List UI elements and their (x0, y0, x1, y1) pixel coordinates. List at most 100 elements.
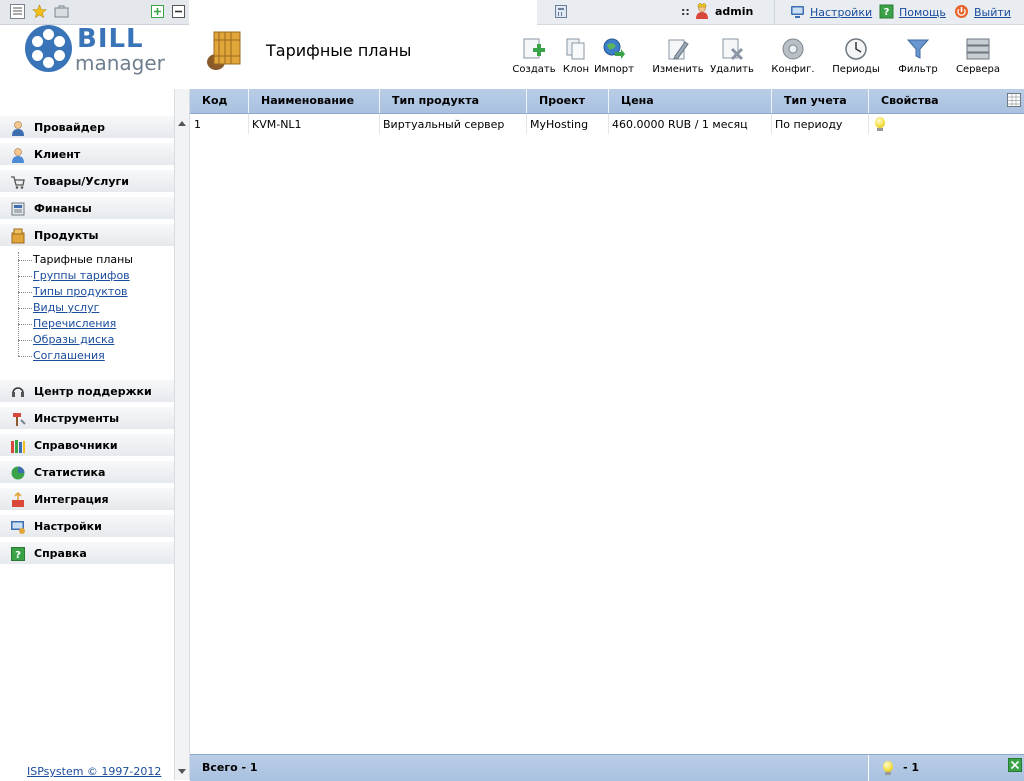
tariff-plans-icon (207, 31, 241, 70)
help-link[interactable]: Помощь (899, 6, 946, 19)
user-icon (696, 3, 708, 19)
edit-button[interactable]: Изменить (652, 36, 704, 75)
sidebar-item-tools[interactable]: Инструменты (0, 406, 174, 430)
settings-icon (11, 521, 25, 534)
edit-icon (668, 39, 689, 60)
sidebar-item-provider[interactable]: Провайдер (0, 115, 174, 139)
collapse-all-icon[interactable] (171, 4, 186, 19)
import-button[interactable]: Импорт (594, 36, 634, 75)
config-label: Конфиг. (771, 64, 815, 75)
cell-product-type: Виртуальный сервер (383, 118, 505, 131)
config-button[interactable]: Конфиг. (771, 36, 815, 75)
client-icon (12, 148, 24, 163)
settings-link[interactable]: Настройки (810, 6, 872, 19)
column-settings-icon[interactable] (1007, 93, 1021, 107)
filter-button[interactable]: Фильтр (898, 36, 938, 75)
top-bar: :: admin Настройки ? Помощь Выйти (537, 0, 1024, 25)
svg-text:?: ? (15, 550, 21, 561)
scroll-down-arrow[interactable] (178, 769, 186, 774)
import-icon (603, 38, 625, 59)
create-button[interactable]: Создать (512, 36, 556, 75)
column-header-price[interactable]: Цена (621, 94, 654, 107)
column-header-product-type[interactable]: Тип продукта (392, 94, 479, 107)
help-icon: ? (11, 547, 25, 561)
user-prefix: :: (681, 5, 690, 18)
total-count: Всего - 1 (202, 761, 258, 774)
cell-name: KVM-NL1 (252, 118, 302, 131)
servers-icon (966, 38, 990, 60)
table-footer: Всего - 1 - 1 (190, 754, 1024, 781)
sidebar-item-label: Центр поддержки (34, 385, 152, 398)
create-label: Создать (512, 64, 556, 75)
divider (774, 0, 775, 24)
delete-button[interactable]: Удалить (710, 36, 754, 75)
sidebar-splitter[interactable] (174, 89, 190, 780)
bulb-icon (875, 117, 885, 131)
logout-icon[interactable] (954, 4, 969, 19)
products-icon (11, 228, 25, 244)
column-header-project[interactable]: Проект (539, 94, 585, 107)
sidebar-item-label: Продукты (34, 229, 99, 242)
finance-icon (11, 202, 25, 216)
config-icon (782, 38, 804, 60)
servers-button[interactable]: Сервера (956, 36, 1000, 75)
sidebar-item-products[interactable]: Продукты (0, 223, 174, 247)
table-row[interactable]: 1 KVM-NL1 Виртуальный сервер MyHosting 4… (190, 114, 1008, 134)
scroll-up-arrow[interactable] (178, 121, 186, 126)
integration-icon (12, 492, 24, 507)
vertical-scrollbar[interactable] (1008, 114, 1024, 753)
delete-icon (722, 38, 744, 61)
clone-button[interactable]: Клон (563, 36, 589, 75)
sidebar-item-label: Инструменты (34, 412, 120, 425)
briefcase-icon[interactable] (54, 4, 69, 19)
calculator-icon[interactable] (555, 5, 567, 18)
periods-button[interactable]: Периоды (832, 36, 880, 75)
settings-icon[interactable] (790, 4, 805, 19)
column-header-accounting-type[interactable]: Тип учета (784, 94, 847, 107)
sidebar-item-label: Интеграция (34, 493, 109, 506)
help-icon[interactable]: ? (879, 4, 894, 19)
bulb-icon (883, 761, 893, 775)
sidebar-item-settings[interactable]: Настройки (0, 514, 174, 538)
sidebar-item-label: Провайдер (34, 121, 105, 134)
servers-label: Сервера (955, 64, 1001, 75)
delete-label: Удалить (710, 64, 754, 75)
user-name[interactable]: admin (715, 5, 753, 18)
sidebar-item-finance[interactable]: Финансы (0, 196, 174, 220)
column-header-properties[interactable]: Свойства (881, 94, 939, 107)
filter-icon (906, 39, 930, 59)
sidebar-item-help[interactable]: ? Справка (0, 541, 174, 565)
logo-icon (25, 25, 72, 72)
support-icon (12, 387, 24, 397)
sidebar-item-label: Справка (34, 547, 87, 560)
periods-icon (845, 38, 867, 60)
sidebar-item-statistics[interactable]: Статистика (0, 460, 174, 484)
reference-icon (11, 440, 25, 453)
bulb-count: - 1 (903, 761, 920, 774)
periods-label: Периоды (832, 64, 880, 75)
sidebar-item-client[interactable]: Клиент (0, 142, 174, 166)
sidebar-item-references[interactable]: Справочники (0, 433, 174, 457)
expand-all-icon[interactable] (150, 4, 165, 19)
excel-export-icon[interactable] (1008, 758, 1022, 772)
list-view-icon[interactable] (10, 4, 25, 19)
sidebar-item-support-center[interactable]: Центр поддержки (0, 379, 174, 403)
sidebar-item-goods-services[interactable]: Товары/Услуги (0, 169, 174, 193)
column-header-name[interactable]: Наименование (261, 94, 354, 107)
sidebar-item-label: Справочники (34, 439, 118, 452)
copyright-link[interactable]: ISPsystem © 1997-2012 (27, 765, 161, 778)
svg-text:?: ? (884, 7, 890, 18)
page-title: Тарифные планы (266, 41, 412, 60)
logout-link[interactable]: Выйти (974, 6, 1011, 19)
logo-bill-text: BILL (77, 24, 144, 54)
sidebar-item-label: Товары/Услуги (34, 175, 129, 188)
clone-label: Клон (562, 64, 590, 75)
column-header-code[interactable]: Код (202, 94, 227, 107)
statistics-icon (11, 466, 25, 480)
cell-accounting-type: По периоду (775, 118, 843, 131)
sidebar-item-integration[interactable]: Интеграция (0, 487, 174, 511)
edit-label: Изменить (652, 64, 704, 75)
star-icon[interactable] (32, 4, 47, 19)
create-icon (523, 38, 545, 59)
filter-label: Фильтр (898, 64, 938, 75)
